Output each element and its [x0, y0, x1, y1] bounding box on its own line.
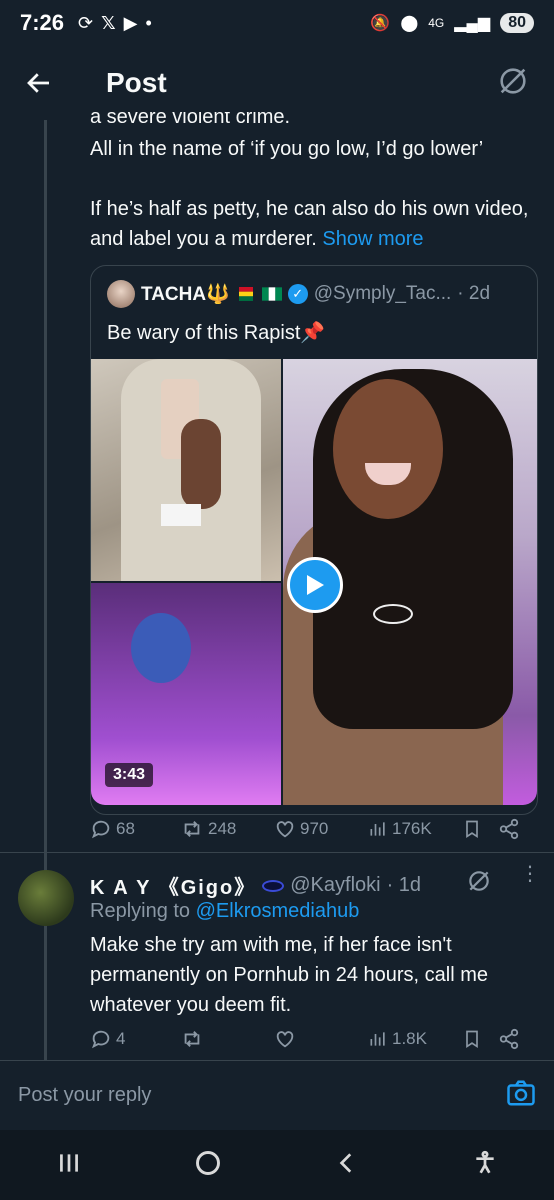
repost-icon	[184, 821, 200, 837]
replying-to-link[interactable]: @Elkrosmediahub	[196, 900, 360, 922]
comment-icon	[91, 820, 110, 839]
repost-count: 248	[208, 819, 237, 838]
home-button[interactable]	[194, 1149, 222, 1182]
tweet-line-1: All in the name of ‘if you go low, I’d g…	[90, 138, 484, 160]
network-label: 4G	[428, 16, 445, 30]
play-icon	[307, 575, 324, 595]
grok-button[interactable]	[496, 64, 530, 103]
bookmark-icon	[466, 1030, 478, 1049]
verified-badge-icon: ✓	[287, 284, 308, 304]
reply-time: · 1d	[386, 874, 422, 896]
more-options-icon[interactable]: ⋮	[520, 864, 540, 884]
share-icon	[499, 1028, 519, 1050]
replying-to-label: Replying to	[90, 900, 191, 922]
repost-button[interactable]	[180, 1028, 274, 1050]
reply-author-handle: @Kayfloki	[290, 874, 381, 896]
view-count: 176K	[392, 819, 432, 838]
ghana-flag-icon	[238, 287, 253, 301]
status-time: 7:26	[20, 10, 65, 35]
video-thumbnail[interactable]: 3:43	[91, 359, 537, 805]
tweet-line-2: If he’s half as petty, he can also do hi…	[90, 198, 529, 250]
quoted-post-time: · 2d	[457, 283, 491, 304]
avatar[interactable]	[18, 870, 74, 926]
post-action-bar: 68 248 970 176K	[90, 818, 530, 840]
share-button[interactable]	[498, 818, 520, 840]
back-button[interactable]	[24, 63, 64, 103]
like-count: 970	[300, 819, 329, 838]
divider	[0, 852, 554, 853]
reply-header: K A Y 《Gigo》 @Kayfloki · 1d	[90, 871, 421, 900]
grok-icon	[469, 871, 489, 891]
reply-composer: Post your reply	[0, 1060, 554, 1130]
tweet-clipped-line: a severe violent crime.	[90, 112, 291, 128]
arrow-left-icon	[27, 73, 49, 93]
reply-count: 4	[116, 1029, 126, 1048]
views-button[interactable]: 1.8K	[368, 1029, 462, 1049]
camera-icon	[507, 1080, 535, 1106]
reply-button[interactable]: 68	[90, 818, 180, 840]
view-count: 1.8K	[392, 1029, 427, 1048]
camera-button[interactable]	[506, 1079, 536, 1112]
quoted-post-text: Be wary of this Rapist📌	[107, 322, 326, 344]
avatar[interactable]	[107, 280, 135, 308]
heart-icon	[276, 1031, 294, 1048]
signal-icon: ▂▄▆	[454, 15, 491, 32]
recent-apps-button[interactable]	[56, 1150, 82, 1181]
accessibility-icon	[476, 1150, 494, 1173]
home-circle-icon	[196, 1150, 220, 1175]
quoted-author-handle: @Symply_Tac...	[313, 283, 452, 304]
youtube-icon: ▶	[123, 12, 138, 33]
page-title: Post	[106, 67, 167, 98]
video-duration: 3:43	[105, 763, 154, 787]
show-more-link[interactable]: Show more	[322, 228, 423, 250]
bookmark-button[interactable]	[462, 1028, 498, 1050]
bookmark-icon	[466, 820, 478, 839]
nigeria-flag-icon	[261, 287, 282, 301]
location-icon: ⬤	[400, 15, 419, 32]
reply-count: 68	[116, 819, 135, 838]
analytics-icon	[370, 822, 385, 836]
repost-button[interactable]: 248	[180, 818, 274, 840]
analytics-icon	[370, 1032, 385, 1046]
grok-button[interactable]	[466, 868, 492, 899]
bookmark-button[interactable]	[462, 818, 498, 840]
status-bar: 7:26 ⟳ 𝕏 ▶ • 🔕 ⬤ 4G ▂▄▆ 80	[0, 0, 554, 46]
views-button[interactable]: 176K	[368, 819, 462, 839]
share-icon	[499, 818, 519, 840]
battery-indicator: 80	[500, 13, 534, 33]
comment-icon	[91, 1030, 110, 1049]
reply-input[interactable]: Post your reply	[18, 1084, 151, 1107]
replying-to-line: Replying to @Elkrosmediahub	[90, 900, 359, 923]
notification-icons: ⟳ 𝕏 ▶ •	[78, 13, 152, 34]
chevron-left-icon	[339, 1152, 352, 1173]
top-app-bar: Post	[0, 46, 554, 120]
accessibility-button[interactable]	[472, 1150, 498, 1181]
grok-icon	[500, 67, 526, 94]
reply-action-bar: 4 1.8K	[90, 1028, 530, 1050]
quoted-author-name: TACHA🔱	[141, 284, 230, 305]
x-logo-icon: 𝕏	[101, 12, 116, 33]
reply-text: Make she try am with me, if her face isn…	[90, 934, 489, 1016]
quoted-post-header: TACHA🔱 ✓ @Symply_Tac... · 2d	[107, 280, 527, 308]
system-navigation-bar	[0, 1130, 554, 1200]
quoted-post[interactable]: TACHA🔱 ✓ @Symply_Tac... · 2d Be wary of …	[90, 265, 538, 815]
sync-icon: ⟳	[78, 12, 94, 33]
like-button[interactable]	[274, 1028, 368, 1050]
recent-apps-icon	[60, 1153, 78, 1172]
play-button[interactable]	[287, 557, 343, 613]
tweet-body: a severe violent crime. All in the name …	[90, 112, 540, 254]
dot-icon: •	[145, 12, 152, 33]
mute-icon: 🔕	[370, 15, 391, 32]
repost-icon	[184, 1031, 200, 1047]
share-button[interactable]	[498, 1028, 520, 1050]
reply-button[interactable]: 4	[90, 1028, 180, 1050]
like-button[interactable]: 970	[274, 818, 368, 840]
emoji-oval-icon	[262, 879, 285, 892]
reply-author-name: K A Y 《Gigo》	[90, 877, 257, 899]
media-panel-man-phone	[91, 359, 281, 581]
heart-icon	[276, 821, 294, 838]
back-nav-button[interactable]	[334, 1150, 360, 1181]
